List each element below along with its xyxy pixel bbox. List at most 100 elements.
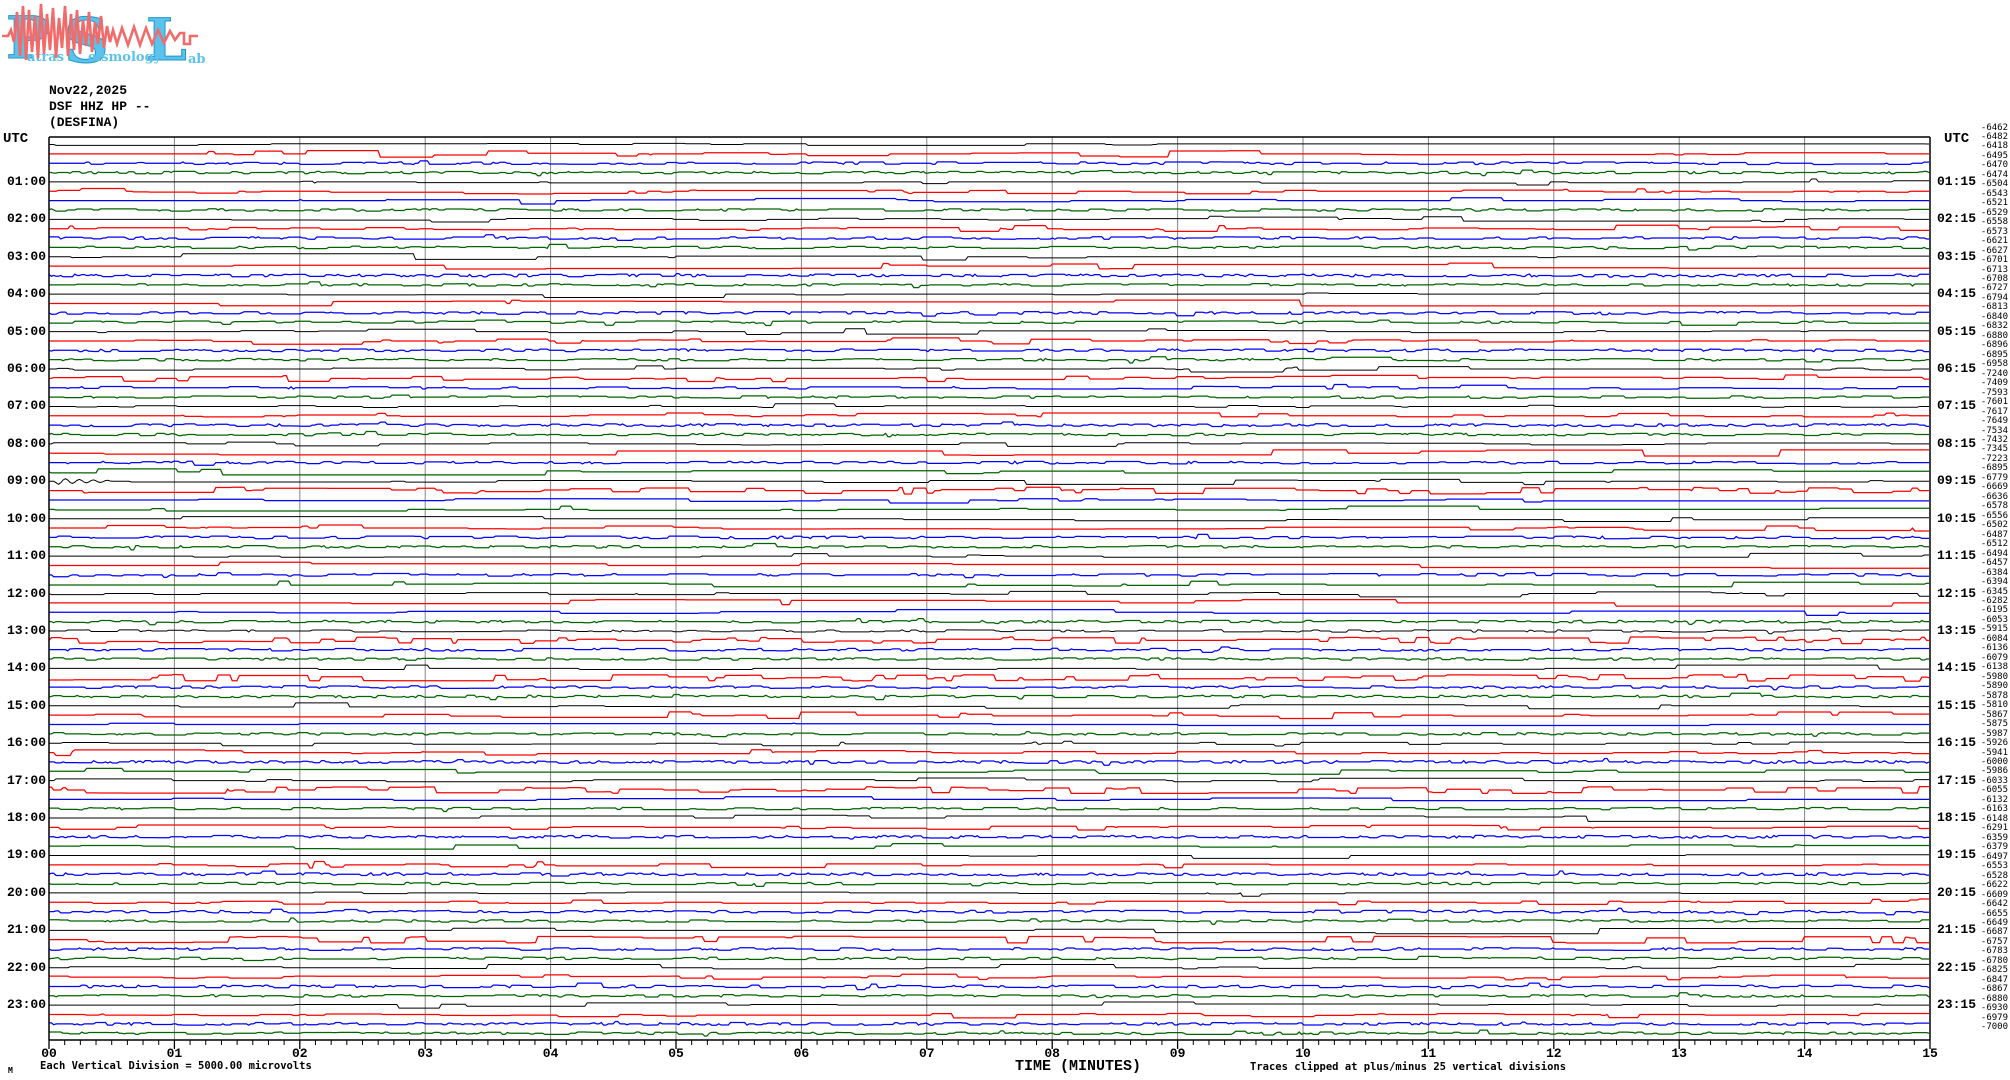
seismic-trace: [49, 505, 1929, 512]
seismic-trace: [49, 891, 1929, 897]
seismic-trace: [49, 394, 1929, 399]
seismic-trace: [49, 533, 1929, 540]
seismic-trace: [49, 178, 1929, 186]
seismic-trace: [49, 243, 1929, 251]
seismic-trace: [49, 927, 1929, 935]
seismic-trace: [49, 749, 1929, 757]
seismic-trace: [49, 767, 1929, 775]
seismic-trace: [49, 524, 1929, 532]
seismic-trace: [49, 561, 1929, 569]
seismic-trace: [49, 215, 1929, 223]
seismic-trace: [49, 449, 1929, 457]
seismic-trace: [49, 617, 1929, 626]
seismic-trace: [49, 731, 1929, 738]
seismic-trace: [49, 374, 1929, 383]
seismic-trace: [49, 1001, 1929, 1009]
seismic-trace: [48, 692, 1929, 701]
seismic-trace: [48, 273, 1929, 278]
seismic-trace: [49, 860, 1929, 869]
seismic-trace: [49, 963, 1929, 970]
seismic-trace: [49, 299, 1929, 307]
seismic-trace: [49, 843, 1929, 850]
seismic-trace: [49, 328, 1929, 335]
seismic-trace: [49, 917, 1929, 925]
seismic-trace: [49, 757, 1930, 766]
seismic-trace: [49, 234, 1929, 241]
seismic-trace: [49, 646, 1929, 654]
seismic-trace: [49, 785, 1929, 795]
helicorder-plot: [48, 136, 1931, 1049]
seismic-trace: [48, 310, 1929, 317]
clip-note: Traces clipped at plus/minus 25 vertical…: [1250, 1061, 1567, 1073]
seismic-trace: [49, 599, 1929, 607]
seismic-trace: [49, 365, 1929, 373]
seismic-trace: [48, 468, 1929, 476]
seismic-trace: [49, 253, 1929, 261]
seismic-trace: [49, 478, 1929, 486]
seismic-trace: [49, 740, 1929, 747]
seismic-trace: [48, 636, 1929, 645]
seismic-trace: [49, 160, 1929, 166]
seismic-trace: [49, 292, 1929, 299]
seismic-trace: [48, 955, 1929, 962]
seismic-trace: [49, 1029, 1930, 1037]
seismic-trace: [49, 262, 1929, 270]
seismic-trace: [49, 383, 1929, 390]
seismic-trace: [49, 814, 1929, 822]
seismic-trace: [49, 824, 1929, 831]
seismic-trace: [49, 149, 1929, 158]
seismic-trace: [49, 702, 1929, 710]
scale-mark-icon: M: [8, 1066, 13, 1075]
seismic-trace: [48, 881, 1930, 888]
seismic-trace: [49, 628, 1929, 635]
seismic-trace: [49, 572, 1929, 579]
seismic-trace: [49, 542, 1929, 551]
seismic-trace: [49, 898, 1929, 906]
seismic-trace: [49, 460, 1929, 466]
seismic-trace: [49, 412, 1929, 418]
seismic-trace: [48, 430, 1929, 438]
seismic-trace: [49, 552, 1929, 558]
seismic-trace: [49, 685, 1929, 691]
seismic-trace: [49, 580, 1929, 588]
seismic-trace: [49, 197, 1929, 205]
seismic-trace: [49, 657, 1929, 661]
x-axis-title: TIME (MINUTES): [1015, 1058, 1142, 1075]
seismic-trace: [49, 187, 1929, 195]
seismic-trace: [48, 208, 1929, 212]
seismic-trace: [49, 992, 1930, 999]
seismic-trace: [49, 281, 1929, 289]
seismic-trace: [49, 356, 1929, 364]
seismic-trace: [48, 590, 1929, 598]
seismic-trace: [49, 169, 1930, 177]
seismic-trace: [49, 608, 1929, 617]
seismic-trace: [49, 722, 1929, 727]
seismic-trace: [49, 319, 1929, 327]
seismic-trace: [49, 777, 1929, 783]
scale-note: Each Vertical Division = 5000.00 microvo…: [40, 1060, 312, 1072]
helicorder-page: P S L atras eismology ab Nov22,2025 DSF …: [0, 0, 2010, 1080]
seismic-trace: [49, 711, 1929, 720]
seismic-trace: [49, 142, 1929, 146]
seismic-trace: [49, 796, 1929, 802]
seismic-trace: [49, 516, 1929, 522]
seismic-trace: [49, 854, 1929, 859]
seismic-trace: [49, 673, 1930, 682]
seismic-trace: [49, 1012, 1929, 1019]
seismic-trace: [49, 486, 1929, 495]
seismic-trace: [49, 973, 1929, 981]
seismic-trace: [49, 834, 1929, 840]
seismic-trace: [49, 224, 1929, 233]
seismic-trace: [48, 870, 1929, 877]
seismic-trace: [49, 935, 1929, 944]
seismic-trace: [49, 806, 1929, 813]
seismic-trace: [49, 337, 1929, 345]
seismic-trace: [49, 664, 1929, 670]
seismic-trace: [49, 982, 1930, 991]
seismic-trace: [49, 441, 1929, 447]
seismic-trace: [49, 907, 1929, 916]
seismic-trace: [49, 1020, 1929, 1027]
seismic-trace: [49, 498, 1929, 504]
seismic-trace: [48, 348, 1929, 353]
seismic-trace: [49, 403, 1929, 409]
